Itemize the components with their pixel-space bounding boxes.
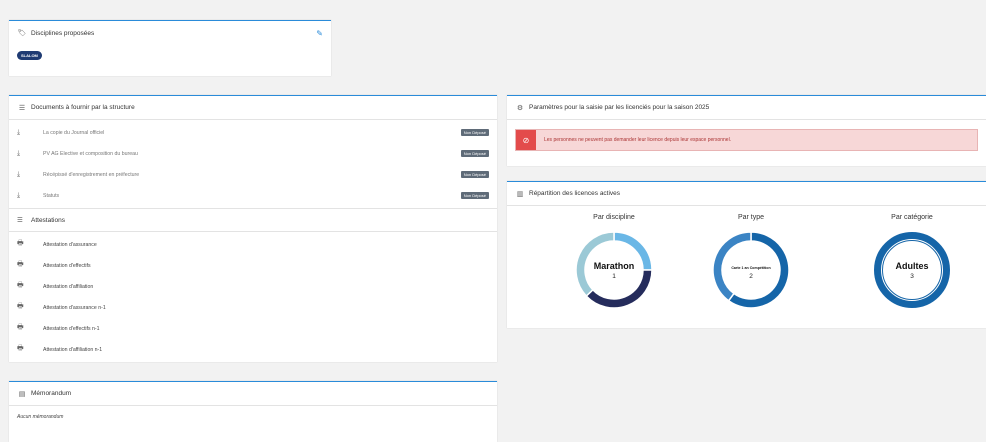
attestation-row[interactable]: 🖶 Attestation d'effectifs xyxy=(9,255,497,276)
document-row[interactable]: ⤓ PV AG Elective et composition du burea… xyxy=(9,143,497,164)
document-label: PV AG Elective et composition du bureau xyxy=(43,150,138,157)
documents-header: ☰ Documents à fournir par la structure xyxy=(9,96,497,120)
status-badge: Non Déposé xyxy=(460,192,489,199)
params-card: ⚙ Paramètres pour la saisie par les lice… xyxy=(507,95,986,166)
documents-icon: ☰ xyxy=(18,104,26,112)
status-badge: Non Déposé xyxy=(460,171,489,178)
print-icon[interactable]: 🖶 xyxy=(17,281,29,292)
donut-row: Par discipline Marathon 1 Par type Carte 1 a… xyxy=(507,206,986,326)
memorandum-empty: Aucun mémorandum xyxy=(17,414,64,420)
attestation-row[interactable]: 🖶 Attestation d'assurance n-1 xyxy=(9,297,497,318)
memorandum-title: Mémorandum xyxy=(31,390,72,397)
donut-center-value: 1 xyxy=(612,273,616,280)
status-badge: Non Déposé xyxy=(460,150,489,157)
document-label: La copie du Journal officiel xyxy=(43,129,105,136)
disciplines-card: 🏷 Disciplines proposées ✎ SLALOM xyxy=(9,20,331,76)
donut-title: Par discipline xyxy=(593,214,635,221)
document-row[interactable]: ⤓ Statuts Non Déposé xyxy=(9,185,497,206)
attestation-label: Attestation d'affiliation n-1 xyxy=(43,346,103,353)
donut-center-label: Marathon xyxy=(594,261,635,271)
attestations-title: Attestations xyxy=(31,216,65,224)
attestation-label: Attestation d'effectifs xyxy=(43,262,91,269)
attestation-label: Attestation d'affiliation xyxy=(43,283,94,290)
attestation-label: Attestation d'assurance xyxy=(43,241,97,248)
gear-icon: ⚙ xyxy=(516,104,524,112)
donut-svg: Carte 1 an Compétition 2 xyxy=(712,231,790,309)
download-icon[interactable]: ⤓ xyxy=(17,171,29,179)
documents-card: ☰ Documents à fournir par la structure ⤓… xyxy=(9,95,497,362)
donut-title: Par type xyxy=(737,214,765,221)
status-badge: Non Déposé xyxy=(460,129,489,136)
print-icon[interactable]: 🖶 xyxy=(17,344,29,355)
discipline-tag: SLALOM xyxy=(17,51,42,60)
memo-icon: ▤ xyxy=(18,390,26,398)
repartition-card: ▥ Répartition des licences actives Par d… xyxy=(507,181,986,328)
params-title: Paramètres pour la saisie par les licenc… xyxy=(529,104,710,111)
attestations-icon: ☰ xyxy=(17,217,23,224)
donut-title: Par catégorie xyxy=(891,214,933,221)
print-icon[interactable]: 🖶 xyxy=(17,323,29,334)
memorandum-card: ▤ Mémorandum Aucun mémorandum xyxy=(9,381,497,442)
attestation-row[interactable]: 🖶 Attestation d'affiliation n-1 xyxy=(9,339,497,360)
document-label: Récépissé d'enregistrement en préfecture xyxy=(43,171,140,178)
memorandum-header: ▤ Mémorandum xyxy=(9,382,497,406)
donut-categorie: Par catégorie Adultes 3 xyxy=(837,206,986,315)
repartition-header: ▥ Répartition des licences actives xyxy=(507,182,986,206)
tags-icon: 🏷 xyxy=(17,30,27,37)
document-row[interactable]: ⤓ La copie du Journal officiel Non Dépos… xyxy=(9,122,497,143)
params-alert-text: Les personnes ne peuvent pas demander le… xyxy=(544,137,732,143)
attestation-row[interactable]: 🖶 Attestation d'assurance xyxy=(9,234,497,255)
edit-icon[interactable]: ✎ xyxy=(316,29,323,38)
print-icon[interactable]: 🖶 xyxy=(17,302,29,313)
donut-svg: Marathon 1 xyxy=(575,231,653,309)
donut-type: Par type Carte 1 an Compétition 2 xyxy=(676,206,826,315)
document-row[interactable]: ⤓ Récépissé d'enregistrement en préfectu… xyxy=(9,164,497,185)
donut-svg: Adultes 3 xyxy=(874,232,950,308)
attestation-label: Attestation d'assurance n-1 xyxy=(43,304,106,311)
donut-slice[interactable] xyxy=(585,269,653,309)
disciplines-title: Disciplines proposées xyxy=(31,29,95,37)
document-label: Statuts xyxy=(43,192,60,199)
attestation-row[interactable]: 🖶 Attestation d'affiliation xyxy=(9,276,497,297)
donut-center-value: 2 xyxy=(749,273,753,280)
donut-center-label: Adultes xyxy=(895,261,928,271)
attestation-label: Attestation d'effectifs n-1 xyxy=(43,325,100,332)
params-alert: ⊘ Les personnes ne peuvent pas demander … xyxy=(515,129,978,151)
bar-chart-icon: ▥ xyxy=(516,190,524,198)
donut-center-value: 3 xyxy=(910,273,914,280)
donut-discipline: Par discipline Marathon 1 xyxy=(539,206,689,315)
documents-title: Documents à fournir par la structure xyxy=(31,104,135,111)
disciplines-header: 🏷 Disciplines proposées ✎ xyxy=(9,21,331,45)
download-icon[interactable]: ⤓ xyxy=(17,129,29,137)
params-header: ⚙ Paramètres pour la saisie par les lice… xyxy=(507,96,986,120)
donut-center-label: Carte 1 an Compétition xyxy=(731,266,770,270)
repartition-title: Répartition des licences actives xyxy=(529,190,621,197)
attestations-header: ☰ Attestations xyxy=(9,208,497,232)
print-icon[interactable]: 🖶 xyxy=(17,239,29,250)
download-icon[interactable]: ⤓ xyxy=(17,150,29,158)
attestation-row[interactable]: 🖶 Attestation d'effectifs n-1 xyxy=(9,318,497,339)
download-icon[interactable]: ⤓ xyxy=(17,192,29,200)
ban-icon: ⊘ xyxy=(516,130,536,150)
print-icon[interactable]: 🖶 xyxy=(17,260,29,271)
